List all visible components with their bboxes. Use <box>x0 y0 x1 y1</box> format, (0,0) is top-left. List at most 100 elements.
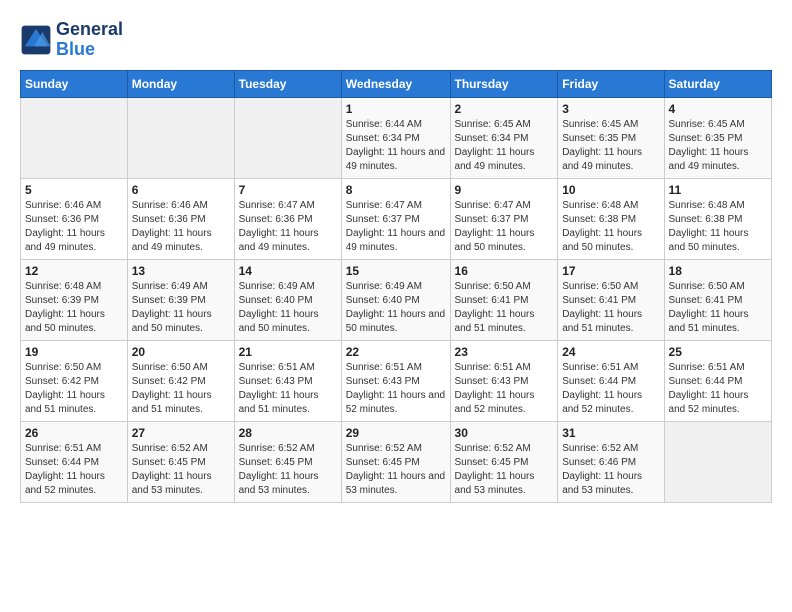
calendar-cell: 4 Sunrise: 6:45 AMSunset: 6:35 PMDaylight… <box>664 97 771 178</box>
calendar-cell: 18 Sunrise: 6:50 AMSunset: 6:41 PMDayligh… <box>664 259 771 340</box>
calendar-cell: 21 Sunrise: 6:51 AMSunset: 6:43 PMDayligh… <box>234 340 341 421</box>
day-number: 12 <box>25 264 123 278</box>
day-info: Sunrise: 6:49 AMSunset: 6:39 PMDaylight:… <box>132 280 230 336</box>
calendar-cell: 26 Sunrise: 6:51 AMSunset: 6:44 PMDayligh… <box>21 421 128 502</box>
calendar-table: SundayMondayTuesdayWednesdayThursdayFrid… <box>20 70 772 503</box>
day-number: 28 <box>239 426 337 440</box>
day-info: Sunrise: 6:50 AMSunset: 6:42 PMDaylight:… <box>25 361 123 417</box>
day-number: 13 <box>132 264 230 278</box>
day-number: 23 <box>455 345 554 359</box>
day-info: Sunrise: 6:50 AMSunset: 6:41 PMDaylight:… <box>562 280 659 336</box>
calendar-cell: 23Sunrise: 6:51 AMSunset: 6:43 PMDayligh… <box>450 340 558 421</box>
day-number: 27 <box>132 426 230 440</box>
day-info: Sunrise: 6:46 AMSunset: 6:36 PMDaylight:… <box>25 199 123 255</box>
weekday-header-monday: Monday <box>127 70 234 97</box>
day-info: Sunrise: 6:52 AMSunset: 6:45 PMDaylight:… <box>455 442 554 498</box>
day-info: Sunrise: 6:52 AMSunset: 6:45 PMDaylight:… <box>239 442 337 498</box>
day-info: Sunrise: 6:49 AMSunset: 6:40 PMDaylight:… <box>346 280 446 336</box>
day-info: Sunrise: 6:50 AMSunset: 6:42 PMDaylight:… <box>132 361 230 417</box>
day-number: 19 <box>25 345 123 359</box>
calendar-cell: 6 Sunrise: 6:46 AMSunset: 6:36 PMDaylight… <box>127 178 234 259</box>
day-number: 18 <box>669 264 767 278</box>
logo-text: GeneralBlue <box>56 20 123 60</box>
calendar-cell: 8 Sunrise: 6:47 AMSunset: 6:37 PMDaylight… <box>341 178 450 259</box>
day-number: 20 <box>132 345 230 359</box>
calendar-cell: 29 Sunrise: 6:52 AMSunset: 6:45 PMDayligh… <box>341 421 450 502</box>
weekday-header-wednesday: Wednesday <box>341 70 450 97</box>
calendar-cell: 12 Sunrise: 6:48 AMSunset: 6:39 PMDayligh… <box>21 259 128 340</box>
calendar-body: 1Sunrise: 6:44 AMSunset: 6:34 PMDaylight… <box>21 97 772 502</box>
page-header: GeneralBlue <box>20 20 772 60</box>
day-info: Sunrise: 6:48 AMSunset: 6:38 PMDaylight:… <box>562 199 659 255</box>
calendar-cell: 3Sunrise: 6:45 AMSunset: 6:35 PMDaylight… <box>558 97 664 178</box>
calendar-week-row: 12 Sunrise: 6:48 AMSunset: 6:39 PMDayligh… <box>21 259 772 340</box>
calendar-cell <box>21 97 128 178</box>
day-number: 30 <box>455 426 554 440</box>
calendar-cell: 24 Sunrise: 6:51 AMSunset: 6:44 PMDayligh… <box>558 340 664 421</box>
day-info: Sunrise: 6:48 AMSunset: 6:39 PMDaylight:… <box>25 280 123 336</box>
calendar-cell: 13 Sunrise: 6:49 AMSunset: 6:39 PMDayligh… <box>127 259 234 340</box>
calendar-week-row: 1Sunrise: 6:44 AMSunset: 6:34 PMDaylight… <box>21 97 772 178</box>
day-info: Sunrise: 6:51 AMSunset: 6:44 PMDaylight:… <box>25 442 123 498</box>
day-number: 8 <box>346 183 446 197</box>
calendar-cell <box>664 421 771 502</box>
day-number: 5 <box>25 183 123 197</box>
day-info: Sunrise: 6:49 AMSunset: 6:40 PMDaylight:… <box>239 280 337 336</box>
day-info: Sunrise: 6:52 AMSunset: 6:45 PMDaylight:… <box>132 442 230 498</box>
day-number: 4 <box>669 102 767 116</box>
logo-icon <box>20 24 52 56</box>
day-number: 29 <box>346 426 446 440</box>
weekday-header-thursday: Thursday <box>450 70 558 97</box>
calendar-cell: 7Sunrise: 6:47 AMSunset: 6:36 PMDaylight… <box>234 178 341 259</box>
day-number: 15 <box>346 264 446 278</box>
calendar-week-row: 5 Sunrise: 6:46 AMSunset: 6:36 PMDaylight… <box>21 178 772 259</box>
day-info: Sunrise: 6:52 AMSunset: 6:46 PMDaylight:… <box>562 442 659 498</box>
day-info: Sunrise: 6:50 AMSunset: 6:41 PMDaylight:… <box>455 280 554 336</box>
calendar-cell: 1Sunrise: 6:44 AMSunset: 6:34 PMDaylight… <box>341 97 450 178</box>
day-info: Sunrise: 6:46 AMSunset: 6:36 PMDaylight:… <box>132 199 230 255</box>
weekday-header-row: SundayMondayTuesdayWednesdayThursdayFrid… <box>21 70 772 97</box>
calendar-cell: 16 Sunrise: 6:50 AMSunset: 6:41 PMDayligh… <box>450 259 558 340</box>
day-info: Sunrise: 6:47 AMSunset: 6:37 PMDaylight:… <box>455 199 554 255</box>
day-info: Sunrise: 6:45 AMSunset: 6:34 PMDaylight:… <box>455 118 554 174</box>
day-info: Sunrise: 6:52 AMSunset: 6:45 PMDaylight:… <box>346 442 446 498</box>
calendar-week-row: 26 Sunrise: 6:51 AMSunset: 6:44 PMDayligh… <box>21 421 772 502</box>
calendar-cell: 19 Sunrise: 6:50 AMSunset: 6:42 PMDayligh… <box>21 340 128 421</box>
calendar-cell: 30 Sunrise: 6:52 AMSunset: 6:45 PMDayligh… <box>450 421 558 502</box>
weekday-header-tuesday: Tuesday <box>234 70 341 97</box>
day-info: Sunrise: 6:51 AMSunset: 6:43 PMDaylight:… <box>239 361 337 417</box>
logo: GeneralBlue <box>20 20 123 60</box>
calendar-cell <box>127 97 234 178</box>
day-info: Sunrise: 6:45 AMSunset: 6:35 PMDaylight:… <box>562 118 659 174</box>
calendar-cell: 9 Sunrise: 6:47 AMSunset: 6:37 PMDaylight… <box>450 178 558 259</box>
day-info: Sunrise: 6:51 AMSunset: 6:44 PMDaylight:… <box>562 361 659 417</box>
day-info: Sunrise: 6:47 AMSunset: 6:37 PMDaylight:… <box>346 199 446 255</box>
calendar-cell: 10 Sunrise: 6:48 AMSunset: 6:38 PMDayligh… <box>558 178 664 259</box>
day-number: 9 <box>455 183 554 197</box>
calendar-cell: 25Sunrise: 6:51 AMSunset: 6:44 PMDayligh… <box>664 340 771 421</box>
day-info: Sunrise: 6:51 AMSunset: 6:44 PMDaylight:… <box>669 361 767 417</box>
day-info: Sunrise: 6:48 AMSunset: 6:38 PMDaylight:… <box>669 199 767 255</box>
day-number: 14 <box>239 264 337 278</box>
calendar-cell: 14 Sunrise: 6:49 AMSunset: 6:40 PMDayligh… <box>234 259 341 340</box>
day-number: 16 <box>455 264 554 278</box>
day-info: Sunrise: 6:44 AMSunset: 6:34 PMDaylight:… <box>346 118 446 174</box>
day-info: Sunrise: 6:50 AMSunset: 6:41 PMDaylight:… <box>669 280 767 336</box>
day-number: 26 <box>25 426 123 440</box>
day-info: Sunrise: 6:45 AMSunset: 6:35 PMDaylight:… <box>669 118 767 174</box>
day-number: 17 <box>562 264 659 278</box>
weekday-header-sunday: Sunday <box>21 70 128 97</box>
day-number: 6 <box>132 183 230 197</box>
day-number: 22 <box>346 345 446 359</box>
day-info: Sunrise: 6:47 AMSunset: 6:36 PMDaylight:… <box>239 199 337 255</box>
day-number: 24 <box>562 345 659 359</box>
day-number: 21 <box>239 345 337 359</box>
calendar-cell: 22Sunrise: 6:51 AMSunset: 6:43 PMDayligh… <box>341 340 450 421</box>
calendar-cell: 28 Sunrise: 6:52 AMSunset: 6:45 PMDayligh… <box>234 421 341 502</box>
calendar-cell <box>234 97 341 178</box>
calendar-cell: 31Sunrise: 6:52 AMSunset: 6:46 PMDayligh… <box>558 421 664 502</box>
day-number: 10 <box>562 183 659 197</box>
calendar-cell: 11Sunrise: 6:48 AMSunset: 6:38 PMDayligh… <box>664 178 771 259</box>
day-number: 2 <box>455 102 554 116</box>
calendar-cell: 27 Sunrise: 6:52 AMSunset: 6:45 PMDayligh… <box>127 421 234 502</box>
